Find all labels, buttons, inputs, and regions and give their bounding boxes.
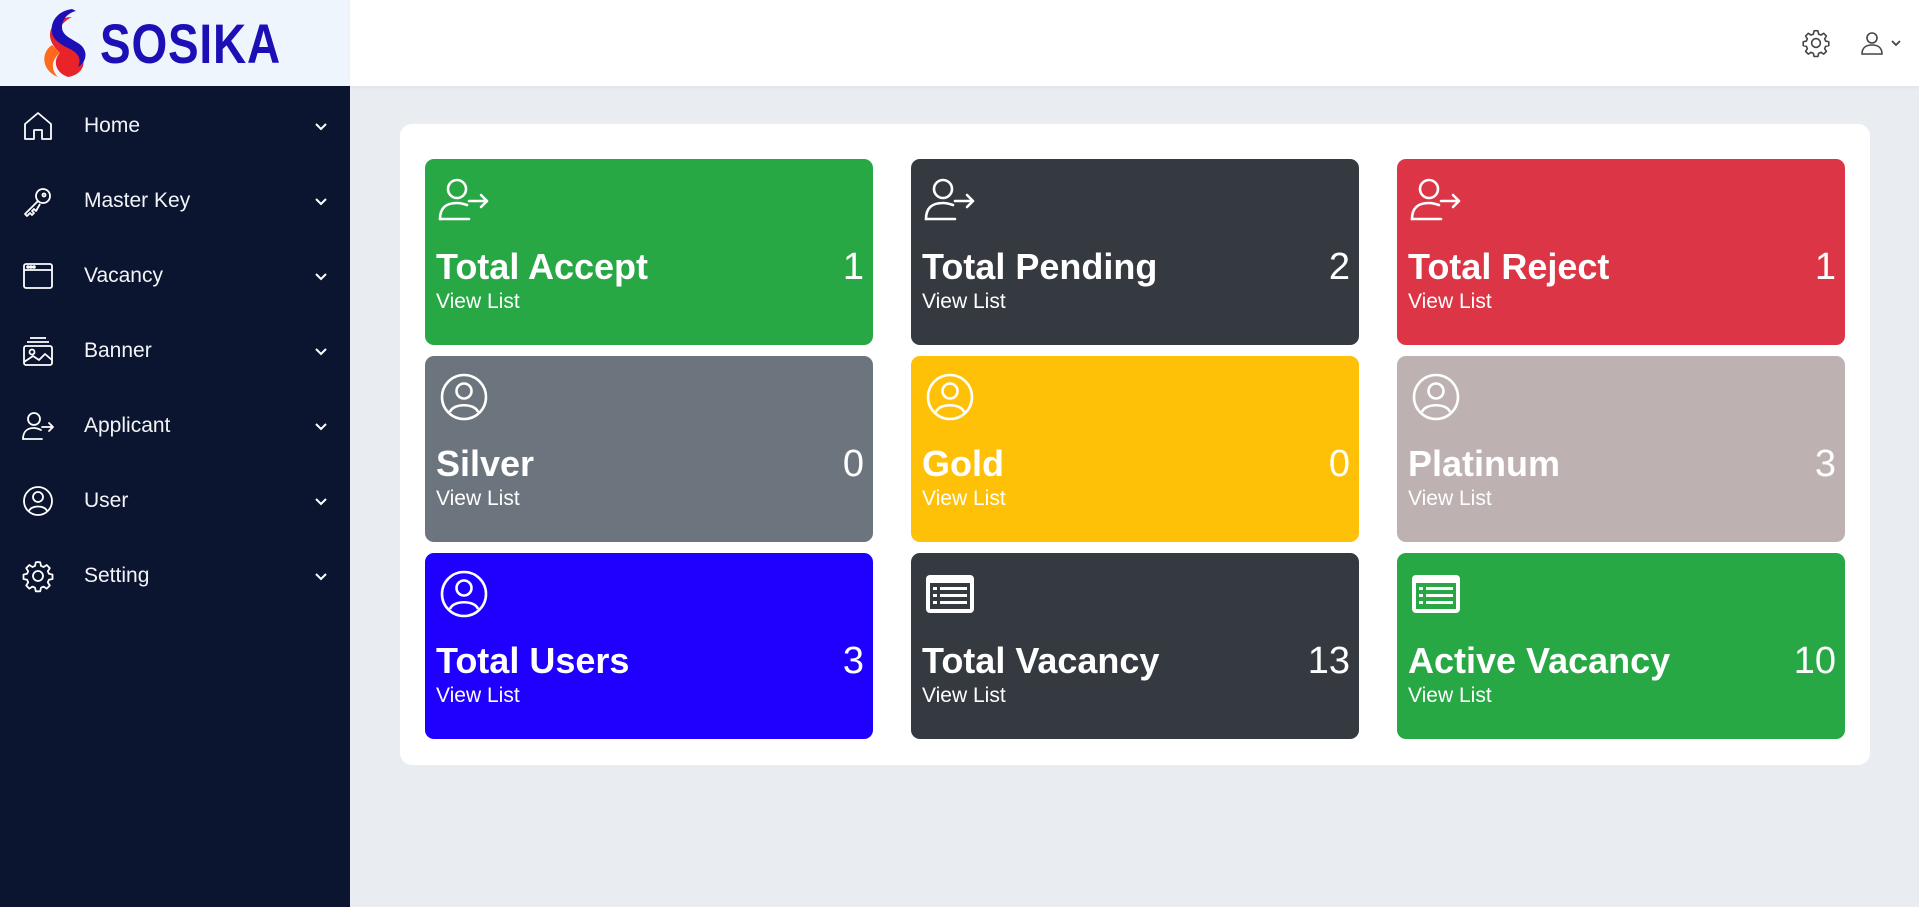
card-total-accept[interactable]: Total Accept 1 View List: [425, 159, 873, 345]
sidebar-item-label: Setting: [84, 563, 150, 587]
user-circle-icon: [923, 372, 977, 422]
topbar: [350, 0, 1919, 86]
user-arrow-icon: [437, 175, 491, 225]
view-list-link[interactable]: View List: [922, 290, 1006, 314]
key-icon: [21, 184, 55, 218]
card-silver[interactable]: Silver 0 View List: [425, 356, 873, 542]
card-title: Gold: [922, 443, 1004, 484]
sidebar-nav: Home Master Key Vacancy Banner Applicant…: [0, 86, 350, 613]
card-total-vacancy[interactable]: Total Vacancy 13 View List: [911, 553, 1359, 739]
view-list-link[interactable]: View List: [922, 684, 1006, 708]
view-list-link[interactable]: View List: [1408, 684, 1492, 708]
card-count: 3: [1814, 443, 1836, 485]
card-title: Total Pending: [922, 246, 1158, 287]
images-icon: [21, 334, 55, 368]
user-circle-icon: [21, 484, 55, 518]
user-arrow-icon: [923, 175, 977, 225]
chevron-down-icon: [315, 422, 327, 430]
card-title: Platinum: [1408, 443, 1561, 484]
card-total-reject[interactable]: Total Reject 1 View List: [1397, 159, 1845, 345]
gear-icon: [21, 559, 55, 593]
card-total-pending[interactable]: Total Pending 2 View List: [911, 159, 1359, 345]
card-title: Total Accept: [436, 246, 649, 287]
card-gold[interactable]: Gold 0 View List: [911, 356, 1359, 542]
stats-grid: Total Accept 1 View List Total Pending 2…: [425, 159, 1845, 739]
sidebar-item-user[interactable]: User: [0, 463, 350, 538]
list-card-icon: [923, 569, 977, 619]
user-arrow-icon: [21, 409, 55, 443]
sidebar-item-applicant[interactable]: Applicant: [0, 388, 350, 463]
card-count: 0: [1328, 443, 1350, 485]
card-title: Total Users: [436, 640, 630, 681]
sidebar-item-vacancy[interactable]: Vacancy: [0, 238, 350, 313]
brand[interactable]: SOSIKA: [0, 0, 350, 86]
logo-icon: [44, 9, 86, 77]
gear-icon[interactable]: [1801, 28, 1831, 58]
brand-name: SOSIKA: [100, 11, 281, 75]
card-count: 3: [842, 640, 864, 682]
user-circle-icon: [437, 372, 491, 422]
card-count: 1: [842, 246, 864, 288]
chevron-down-icon: [315, 197, 327, 205]
card-count: 10: [1793, 640, 1836, 682]
chevron-down-icon: [315, 272, 327, 280]
sidebar-item-label: Vacancy: [84, 263, 163, 287]
card-active-vacancy[interactable]: Active Vacancy 10 View List: [1397, 553, 1845, 739]
sidebar: SOSIKA Home Master Key Vacancy Banner Ap…: [0, 0, 350, 907]
view-list-link[interactable]: View List: [1408, 290, 1492, 314]
user-menu-button[interactable]: [1859, 28, 1907, 58]
view-list-link[interactable]: View List: [436, 290, 520, 314]
dashboard-panel: Total Accept 1 View List Total Pending 2…: [400, 124, 1870, 765]
card-title: Active Vacancy: [1408, 640, 1671, 681]
sidebar-item-label: Banner: [84, 338, 152, 362]
view-list-link[interactable]: View List: [1408, 487, 1492, 511]
view-list-link[interactable]: View List: [436, 487, 520, 511]
chevron-down-icon: [315, 497, 327, 505]
sidebar-item-label: Applicant: [84, 413, 171, 437]
card-count: 1: [1814, 246, 1836, 288]
list-card-icon: [1409, 569, 1463, 619]
view-list-link[interactable]: View List: [922, 487, 1006, 511]
user-circle-icon: [1409, 372, 1463, 422]
chevron-down-icon: [315, 122, 327, 130]
sidebar-item-banner[interactable]: Banner: [0, 313, 350, 388]
browser-window-icon: [21, 259, 55, 293]
chevron-down-icon: [315, 572, 327, 580]
sidebar-item-label: Master Key: [84, 188, 191, 212]
card-count: 0: [842, 443, 864, 485]
card-total-users[interactable]: Total Users 3 View List: [425, 553, 873, 739]
sidebar-item-setting[interactable]: Setting: [0, 538, 350, 613]
card-title: Total Reject: [1408, 246, 1610, 287]
sidebar-item-label: User: [84, 488, 129, 512]
card-platinum[interactable]: Platinum 3 View List: [1397, 356, 1845, 542]
card-count: 2: [1328, 246, 1350, 288]
home-icon: [21, 109, 55, 143]
chevron-down-icon: [1891, 40, 1901, 47]
card-title: Silver: [436, 443, 535, 484]
user-circle-icon: [437, 569, 491, 619]
sidebar-item-label: Home: [84, 113, 141, 137]
user-icon: [1861, 32, 1883, 55]
sidebar-item-home[interactable]: Home: [0, 88, 350, 163]
chevron-down-icon: [315, 347, 327, 355]
sidebar-item-master-key[interactable]: Master Key: [0, 163, 350, 238]
card-title: Total Vacancy: [922, 640, 1160, 681]
user-arrow-icon: [1409, 175, 1463, 225]
view-list-link[interactable]: View List: [436, 684, 520, 708]
card-count: 13: [1307, 640, 1350, 682]
